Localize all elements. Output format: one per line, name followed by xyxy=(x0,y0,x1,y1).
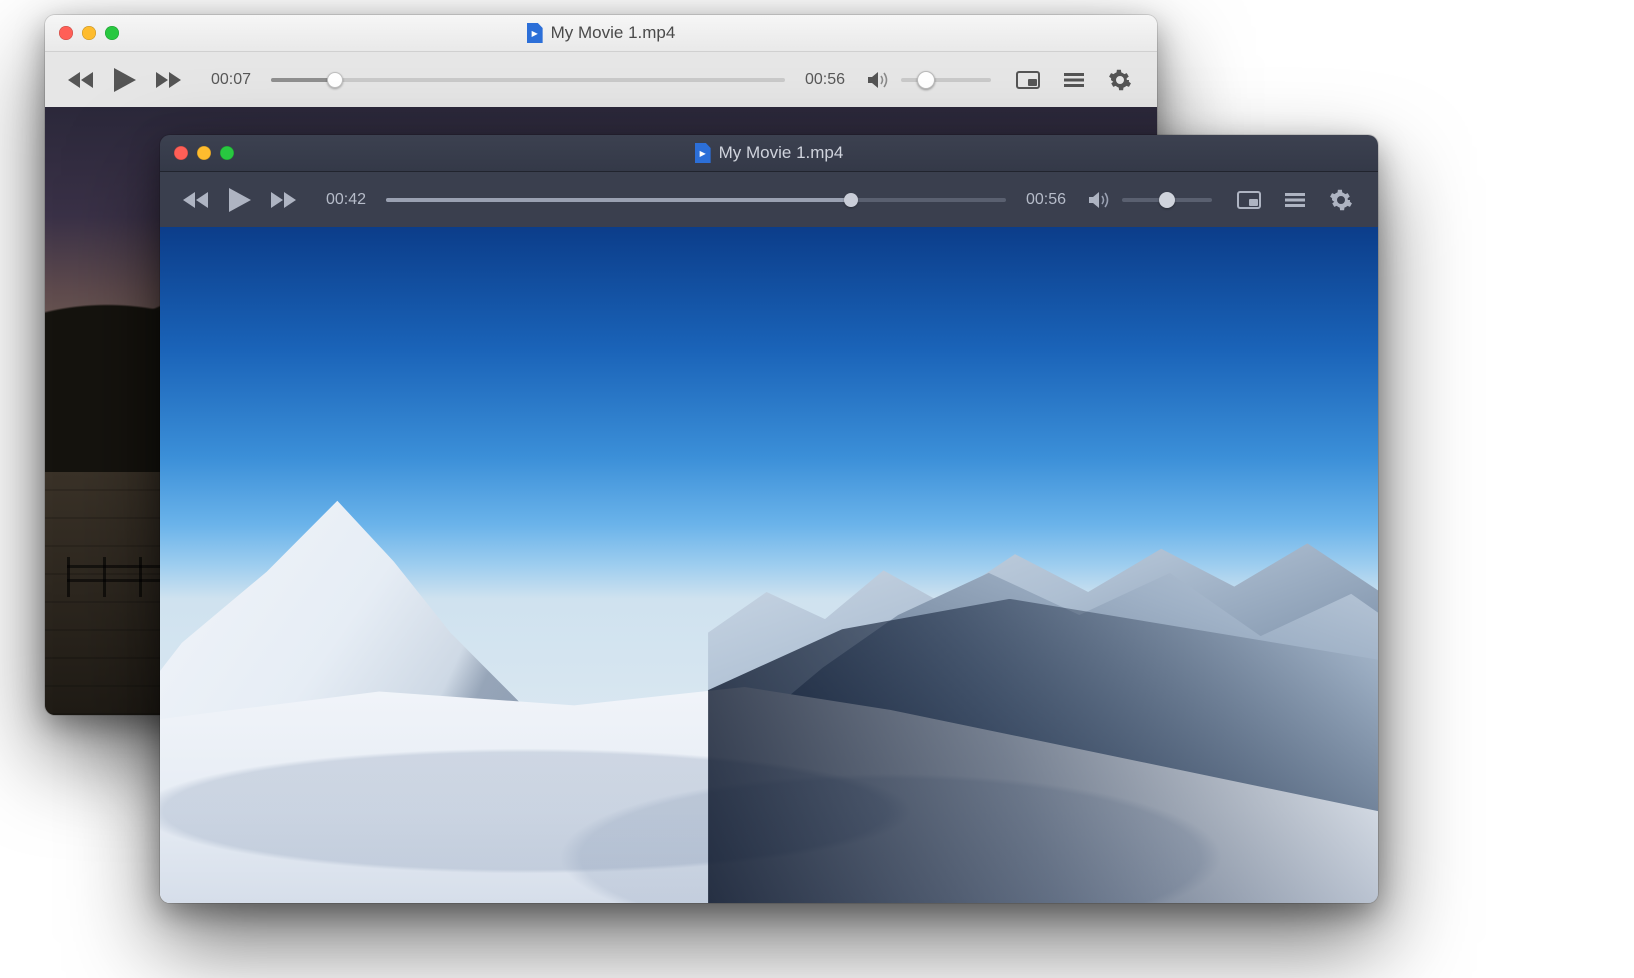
player-controls: 00:42 00:56 xyxy=(160,172,1378,229)
rewind-icon xyxy=(67,70,97,90)
fast-forward-icon xyxy=(268,190,298,210)
window-title-text: My Movie 1.mp4 xyxy=(551,23,676,43)
volume-slider[interactable] xyxy=(901,70,991,90)
seek-knob[interactable] xyxy=(844,193,858,207)
total-time: 00:56 xyxy=(1020,191,1072,209)
total-time: 00:56 xyxy=(799,71,851,89)
video-file-icon xyxy=(527,23,543,43)
video-viewport[interactable] xyxy=(160,227,1378,903)
volume-knob[interactable] xyxy=(917,71,935,89)
close-button[interactable] xyxy=(174,146,188,160)
minimize-button[interactable] xyxy=(82,26,96,40)
volume-knob[interactable] xyxy=(1159,192,1175,208)
play-button[interactable] xyxy=(105,63,145,97)
video-frame xyxy=(160,227,1378,903)
player-window-dark: My Movie 1.mp4 00:42 00:5 xyxy=(160,135,1378,903)
seek-progress xyxy=(271,78,335,82)
settings-button[interactable] xyxy=(1324,183,1358,217)
elapsed-time: 00:42 xyxy=(320,191,372,209)
elapsed-time: 00:07 xyxy=(205,71,257,89)
zoom-button[interactable] xyxy=(105,26,119,40)
playlist-button[interactable] xyxy=(1057,63,1091,97)
playlist-icon xyxy=(1063,72,1085,88)
volume-button[interactable] xyxy=(865,63,893,97)
window-title: My Movie 1.mp4 xyxy=(527,23,676,43)
seek-track xyxy=(271,78,785,82)
video-file-icon xyxy=(695,143,711,163)
minimize-button[interactable] xyxy=(197,146,211,160)
play-icon xyxy=(227,186,253,214)
seek-progress xyxy=(386,198,851,202)
settings-button[interactable] xyxy=(1103,63,1137,97)
pip-icon xyxy=(1237,191,1261,209)
play-button[interactable] xyxy=(220,183,260,217)
fast-forward-icon xyxy=(153,70,183,90)
titlebar[interactable]: My Movie 1.mp4 xyxy=(45,15,1157,52)
window-controls xyxy=(174,146,234,160)
seek-knob[interactable] xyxy=(327,72,343,88)
volume-track xyxy=(901,78,991,82)
fast-forward-button[interactable] xyxy=(151,63,185,97)
close-button[interactable] xyxy=(59,26,73,40)
window-title-text: My Movie 1.mp4 xyxy=(719,143,844,163)
picture-in-picture-button[interactable] xyxy=(1232,183,1266,217)
gear-icon xyxy=(1109,69,1131,91)
zoom-button[interactable] xyxy=(220,146,234,160)
player-controls: 00:07 00:56 xyxy=(45,52,1157,109)
window-title: My Movie 1.mp4 xyxy=(695,143,844,163)
rewind-button[interactable] xyxy=(180,183,214,217)
volume-button[interactable] xyxy=(1086,183,1114,217)
speaker-icon xyxy=(1088,190,1112,210)
speaker-icon xyxy=(867,70,891,90)
playlist-button[interactable] xyxy=(1278,183,1312,217)
volume-slider[interactable] xyxy=(1122,190,1212,210)
titlebar[interactable]: My Movie 1.mp4 xyxy=(160,135,1378,172)
seek-slider[interactable] xyxy=(271,70,785,90)
window-controls xyxy=(59,26,119,40)
seek-slider[interactable] xyxy=(386,190,1006,210)
play-icon xyxy=(112,66,138,94)
fast-forward-button[interactable] xyxy=(266,183,300,217)
playlist-icon xyxy=(1284,192,1306,208)
picture-in-picture-button[interactable] xyxy=(1011,63,1045,97)
rewind-button[interactable] xyxy=(65,63,99,97)
gear-icon xyxy=(1330,189,1352,211)
rewind-icon xyxy=(182,190,212,210)
pip-icon xyxy=(1016,71,1040,89)
